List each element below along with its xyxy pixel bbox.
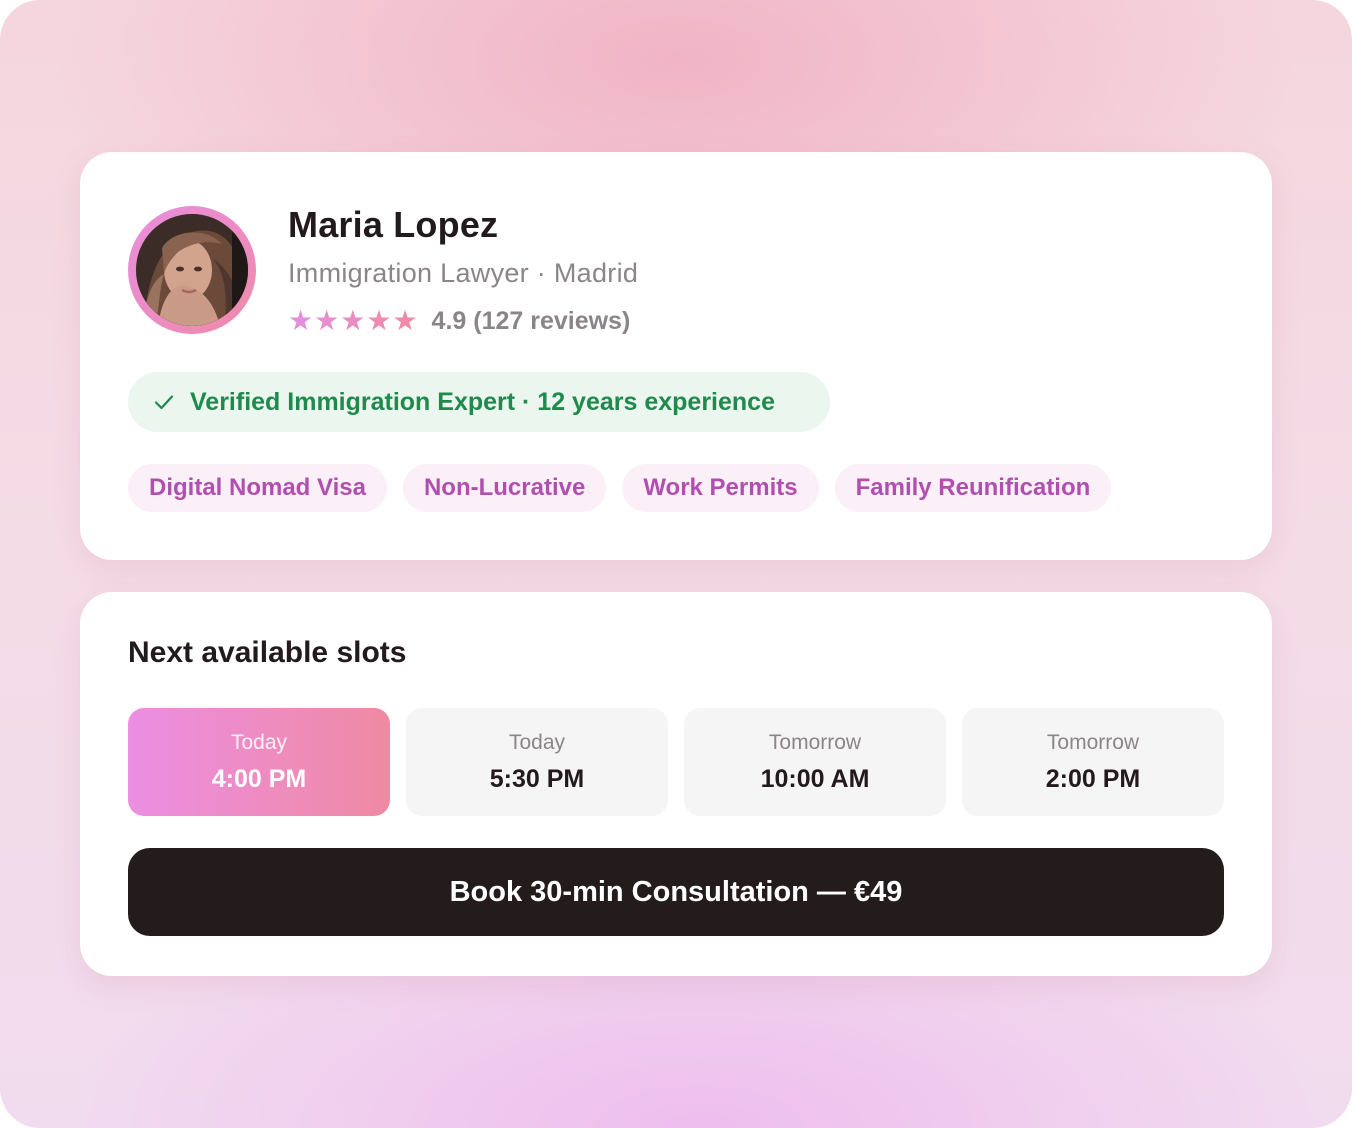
slot-tomorrow-2pm[interactable]: Tomorrow 2:00 PM <box>962 708 1224 816</box>
book-consultation-button[interactable]: Book 30-min Consultation — €49 <box>128 848 1224 936</box>
lawyer-profile-card: Maria Lopez Immigration Lawyer · Madrid … <box>80 152 1272 560</box>
star-icon: ★ <box>314 305 340 336</box>
verified-badge: Verified Immigration Expert · 12 years e… <box>128 372 830 432</box>
avatar <box>128 206 256 334</box>
rating-text: 4.9 (127 reviews) <box>431 306 631 335</box>
rating: ★ ★ ★ ★ ★ 4.9 (127 reviews) <box>288 304 630 338</box>
slot-time: 10:00 AM <box>760 764 870 793</box>
lawyer-title-location: Immigration Lawyer · Madrid <box>288 258 639 288</box>
slot-day: Today <box>508 730 566 754</box>
verified-text: Verified Immigration Expert · 12 years e… <box>190 387 775 416</box>
slot-today-530pm[interactable]: Today 5:30 PM <box>406 708 668 816</box>
slot-time: 4:00 PM <box>211 764 307 793</box>
check-icon <box>154 395 174 410</box>
slot-time: 5:30 PM <box>489 764 585 793</box>
tag-non-lucrative: Non-Lucrative <box>402 464 607 512</box>
booking-card: Next available slots Today 4:00 PM Today… <box>80 592 1272 976</box>
avatar-portrait-icon <box>136 214 248 326</box>
rating-stars: ★ ★ ★ ★ ★ <box>288 304 418 338</box>
star-icon: ★ <box>340 305 366 336</box>
tag-digital-nomad-visa: Digital Nomad Visa <box>128 464 387 512</box>
tag-work-permits: Work Permits <box>622 464 819 512</box>
star-icon: ★ <box>392 305 418 336</box>
slot-day: Tomorrow <box>1046 730 1140 754</box>
lawyer-name: Maria Lopez <box>288 204 499 245</box>
page-background: Maria Lopez Immigration Lawyer · Madrid … <box>0 0 1352 1128</box>
slot-time: 2:00 PM <box>1045 764 1141 793</box>
star-icon: ★ <box>366 305 392 336</box>
avatar-photo <box>136 214 248 326</box>
specialty-tags: Digital Nomad Visa Non-Lucrative Work Pe… <box>128 464 1112 512</box>
star-icon: ★ <box>288 305 314 336</box>
slots-title: Next available slots <box>128 636 407 669</box>
slot-today-4pm[interactable]: Today 4:00 PM <box>128 708 390 816</box>
slot-list: Today 4:00 PM Today 5:30 PM Tomorrow 10:… <box>128 708 1224 816</box>
slot-day: Tomorrow <box>768 730 862 754</box>
tag-family-reunification: Family Reunification <box>834 464 1112 512</box>
slot-day: Today <box>230 730 288 754</box>
slot-tomorrow-10am[interactable]: Tomorrow 10:00 AM <box>684 708 946 816</box>
